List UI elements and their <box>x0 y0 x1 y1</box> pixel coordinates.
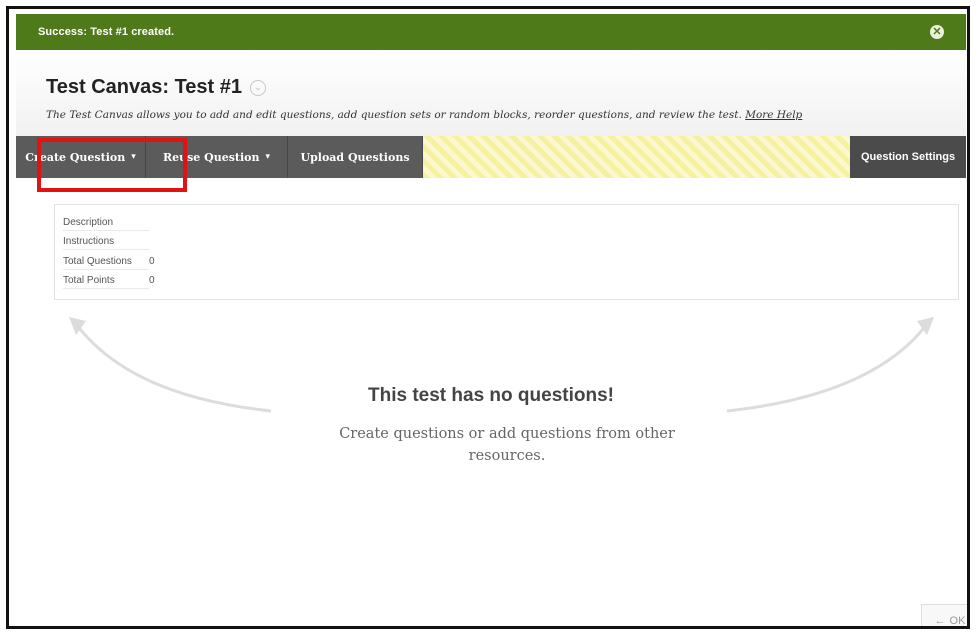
left-arrowhead-icon <box>69 317 86 335</box>
arrow-left-icon: ← <box>934 615 946 627</box>
info-label: Total Questions <box>63 256 149 270</box>
success-message: Success: Test #1 created. <box>38 26 175 38</box>
success-notification: Success: Test #1 created. ✕ <box>16 14 966 50</box>
info-label: Instructions <box>63 236 149 250</box>
create-question-label: Create Question <box>25 150 126 164</box>
info-value: 0 <box>149 275 155 286</box>
info-label: Description <box>63 217 149 231</box>
action-toolbar: Create Question ▾ Reuse Question ▾ Uploa… <box>16 136 966 178</box>
info-value: 0 <box>149 256 155 267</box>
page-description: The Test Canvas allows you to add and ed… <box>46 109 802 121</box>
page-description-text: The Test Canvas allows you to add and ed… <box>46 109 742 121</box>
create-question-button[interactable]: Create Question ▾ <box>16 136 146 178</box>
ok-button[interactable]: ← OK <box>921 604 967 627</box>
info-value <box>149 217 161 231</box>
test-info-panel: Description Instructions Total Questions… <box>54 204 959 300</box>
info-row-total-questions: Total Questions 0 <box>63 256 161 270</box>
info-value <box>149 236 161 250</box>
info-row-total-points: Total Points 0 <box>63 275 161 289</box>
more-help-link[interactable]: More Help <box>745 109 802 121</box>
page-title: Test Canvas: Test #1 ⌄ <box>46 76 267 99</box>
ok-label: OK <box>949 615 966 627</box>
close-icon[interactable]: ✕ <box>930 25 944 39</box>
upload-questions-button[interactable]: Upload Questions <box>288 136 423 178</box>
chevron-down-icon: ▾ <box>265 152 271 162</box>
question-settings-button[interactable]: Question Settings <box>850 136 966 178</box>
question-settings-label: Question Settings <box>860 151 956 163</box>
chevron-down-icon: ▾ <box>131 152 136 162</box>
empty-state-title: This test has no questions! <box>368 385 614 406</box>
browser-frame: Success: Test #1 created. ✕ Test Canvas:… <box>6 6 970 629</box>
info-row-instructions: Instructions <box>63 236 161 250</box>
empty-state-subtitle: Create questions or add questions from o… <box>339 426 675 464</box>
title-options-icon[interactable]: ⌄ <box>250 79 267 96</box>
reuse-question-button[interactable]: Reuse Question ▾ <box>146 136 288 178</box>
reuse-question-label: Reuse Question <box>162 150 260 164</box>
info-label: Total Points <box>63 275 149 289</box>
page-title-text: Test Canvas: Test #1 <box>46 76 243 98</box>
toolbar-drop-zone <box>423 136 850 178</box>
info-row-description: Description <box>63 217 161 231</box>
upload-questions-label: Upload Questions <box>300 150 410 164</box>
page-header: Test Canvas: Test #1 ⌄ The Test Canvas a… <box>16 50 966 137</box>
right-arrowhead-icon <box>917 317 934 335</box>
